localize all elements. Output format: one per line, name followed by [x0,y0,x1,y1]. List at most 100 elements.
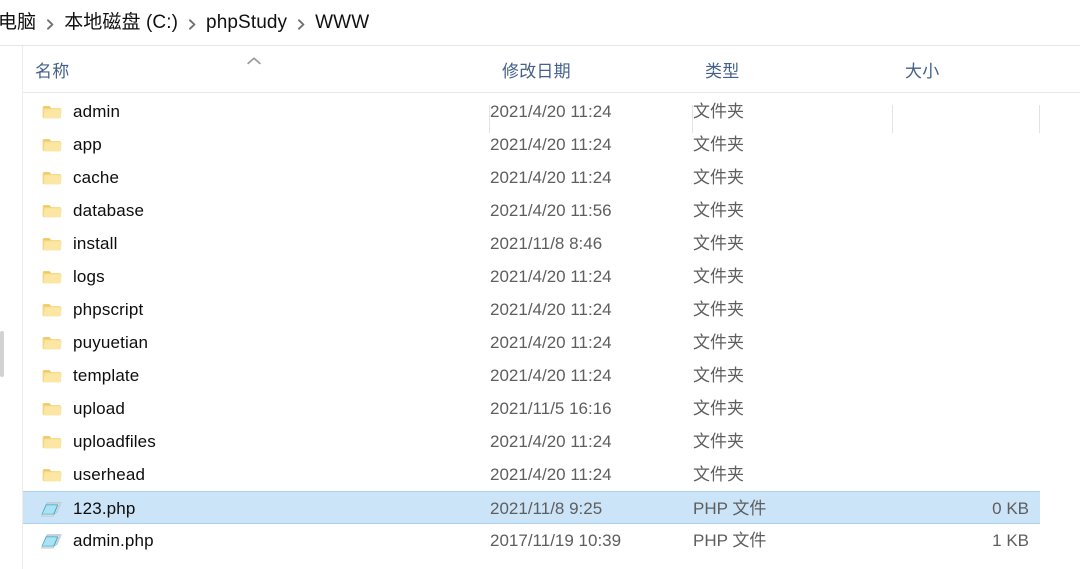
file-type-cell: 文件夹 [693,399,744,418]
column-header-size-label: 大小 [905,62,940,81]
folder-icon [41,134,63,156]
file-list-row[interactable]: admin.php 2017/11/19 10:39 PHP 文件 1 KB [23,524,1040,557]
file-name-label: phpscript [73,300,144,319]
file-name-cell[interactable]: install [41,227,481,260]
file-name-cell[interactable]: puyuetian [41,326,481,359]
file-name-cell[interactable]: template [41,359,481,392]
file-date-cell: 2017/11/19 10:39 [490,531,622,550]
file-name-label: puyuetian [73,333,149,352]
file-name-cell[interactable]: admin [41,95,481,128]
file-size-cell [893,95,1040,128]
vertical-scrollbar-thumb[interactable] [0,331,4,377]
file-list-row[interactable]: 123.php 2021/11/8 9:25 PHP 文件 0 KB [23,491,1040,524]
file-list-row[interactable]: admin 2021/4/20 11:24 文件夹 [23,95,1040,128]
file-type-cell: PHP 文件 [693,531,767,550]
file-size-cell [893,161,1040,194]
column-header-date[interactable]: 修改日期 [490,47,693,92]
breadcrumb-item[interactable]: phpStudy [202,9,291,37]
folder-icon [41,299,63,321]
file-list-row[interactable]: cache 2021/4/20 11:24 文件夹 [23,161,1040,194]
breadcrumb-item[interactable]: WWW [311,9,373,37]
file-size-cell [893,392,1040,425]
address-bar[interactable]: 电脑 本地磁盘 (C:) phpStudy WWW [0,0,1080,46]
file-date-cell: 2021/11/5 16:16 [490,399,612,418]
file-name-label: install [73,234,118,253]
file-size-cell [893,293,1040,326]
chevron-right-icon[interactable] [182,14,202,34]
file-type-cell: 文件夹 [693,234,744,253]
file-date-cell: 2021/11/8 9:25 [490,499,603,518]
folder-icon [41,200,63,222]
file-date-cell: 2021/4/20 11:24 [490,300,612,319]
file-name-label: admin [73,102,121,121]
file-size-cell [893,359,1040,392]
file-type-cell: 文件夹 [693,432,744,451]
column-header-name-label: 名称 [35,62,70,81]
file-type-cell: 文件夹 [693,135,744,154]
file-size-cell [893,227,1040,260]
file-size-cell [893,326,1040,359]
file-name-cell[interactable]: database [41,194,481,227]
chevron-right-icon[interactable] [40,14,60,34]
folder-icon [41,365,63,387]
file-type-cell: 文件夹 [693,168,744,187]
chevron-up-icon [246,56,262,66]
file-list-row[interactable]: logs 2021/4/20 11:24 文件夹 [23,260,1040,293]
file-list-row[interactable]: puyuetian 2021/4/20 11:24 文件夹 [23,326,1040,359]
breadcrumb-item[interactable]: 本地磁盘 (C:) [60,9,182,37]
file-list-row[interactable]: template 2021/4/20 11:24 文件夹 [23,359,1040,392]
file-type-cell: 文件夹 [693,102,744,121]
file-list-row[interactable]: database 2021/4/20 11:56 文件夹 [23,194,1040,227]
file-size-cell [893,260,1040,293]
breadcrumb: 电脑 本地磁盘 (C:) phpStudy WWW [0,0,373,46]
file-type-cell: 文件夹 [693,465,744,484]
file-list-row[interactable]: uploadfiles 2021/4/20 11:24 文件夹 [23,425,1040,458]
file-name-cell[interactable]: app [41,128,481,161]
file-date-cell: 2021/4/20 11:56 [490,201,612,220]
folder-icon [41,167,63,189]
file-name-cell[interactable]: 123.php [41,492,481,525]
file-name-label: userhead [73,465,146,484]
folder-icon [41,101,63,123]
file-size-cell [893,425,1040,458]
file-date-cell: 2021/4/20 11:24 [490,168,612,187]
folder-icon [41,398,63,420]
file-name-cell[interactable]: phpscript [41,293,481,326]
file-date-cell: 2021/4/20 11:24 [490,366,612,385]
file-name-cell[interactable]: upload [41,392,481,425]
file-name-cell[interactable]: cache [41,161,481,194]
folder-icon [41,332,63,354]
folder-icon [41,233,63,255]
file-size-cell [893,128,1040,161]
file-name-cell[interactable]: uploadfiles [41,425,481,458]
file-name-label: template [73,366,140,385]
chevron-right-icon[interactable] [291,14,311,34]
file-name-label: uploadfiles [73,432,156,451]
file-type-cell: 文件夹 [693,366,744,385]
file-size-cell: 0 KB [992,499,1029,518]
php-file-icon [41,498,63,520]
file-list-row[interactable]: install 2021/11/8 8:46 文件夹 [23,227,1040,260]
file-date-cell: 2021/4/20 11:24 [490,135,612,154]
column-header-size[interactable]: 大小 [893,47,1040,92]
file-list-row[interactable]: userhead 2021/4/20 11:24 文件夹 [23,458,1040,491]
file-list-row[interactable]: upload 2021/11/5 16:16 文件夹 [23,392,1040,425]
file-name-cell[interactable]: userhead [41,458,481,491]
file-size-cell [893,194,1040,227]
file-type-cell: 文件夹 [693,267,744,286]
file-date-cell: 2021/4/20 11:24 [490,333,612,352]
column-header-row: 名称 修改日期 类型 大小 [23,47,1080,133]
file-name-cell[interactable]: admin.php [41,524,481,557]
file-date-cell: 2021/4/20 11:24 [490,465,612,484]
file-list-row[interactable]: phpscript 2021/4/20 11:24 文件夹 [23,293,1040,326]
column-header-type[interactable]: 类型 [693,47,893,92]
folder-icon [41,464,63,486]
file-list-row[interactable]: app 2021/4/20 11:24 文件夹 [23,128,1040,161]
file-name-label: cache [73,168,120,187]
file-date-cell: 2021/11/8 8:46 [490,234,603,253]
breadcrumb-item[interactable]: 电脑 [0,9,40,37]
column-header-name[interactable]: 名称 [23,47,490,92]
file-name-label: admin.php [73,531,154,550]
file-name-cell[interactable]: logs [41,260,481,293]
folder-icon [41,266,63,288]
